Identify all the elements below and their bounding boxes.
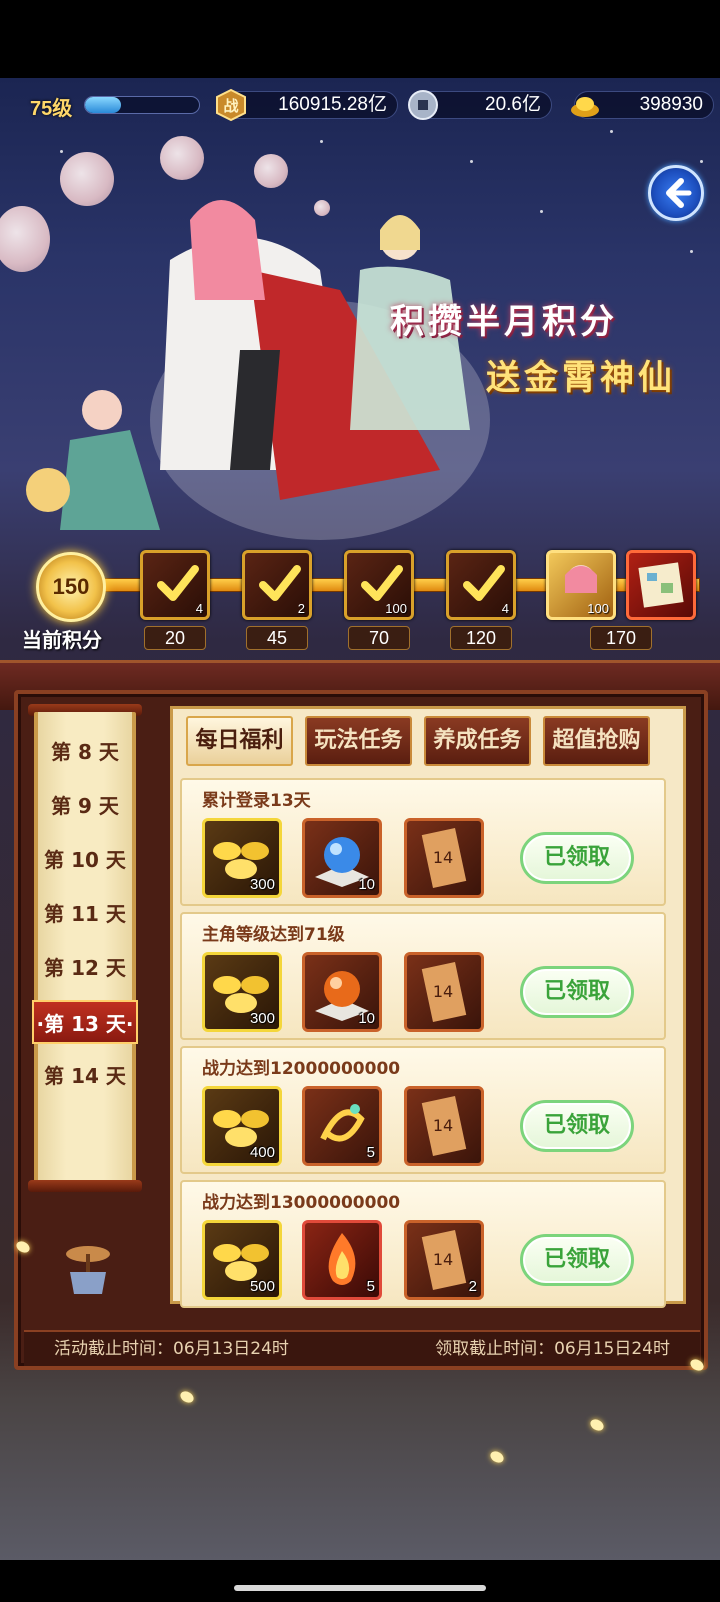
home-indicator[interactable]: [234, 1585, 486, 1591]
reward-item[interactable]: 14: [404, 818, 484, 898]
milestone-points-1: 20: [144, 626, 206, 650]
scroll-bottom-cap: [28, 1180, 142, 1192]
reward-item[interactable]: 14: [404, 1086, 484, 1166]
map-scroll-icon: [638, 562, 684, 608]
claimed-button[interactable]: 已领取: [520, 966, 634, 1018]
task-row: 主角等级达到71级 300 10 14 已领取: [180, 912, 666, 1040]
svg-text:14: 14: [433, 1116, 453, 1135]
milestone-reward-3[interactable]: 100: [344, 550, 414, 620]
task-title: 累计登录13天: [202, 791, 311, 811]
ticket-14-icon: 14: [421, 828, 467, 888]
reward-item[interactable]: 14 2: [404, 1220, 484, 1300]
milestone-points-2: 45: [246, 626, 308, 650]
reward-item[interactable]: 400: [202, 1086, 282, 1166]
ticket-14-icon: 14: [421, 1096, 467, 1156]
day-item-11[interactable]: 第 11 天: [38, 892, 132, 936]
svg-text:战: 战: [223, 97, 238, 115]
coin-icon: [408, 90, 438, 120]
reward-item[interactable]: 500: [202, 1220, 282, 1300]
milestone-reward-4[interactable]: 4: [446, 550, 516, 620]
banner-slogan-line2: 送金霄神仙: [486, 358, 676, 398]
combat-power-counter[interactable]: 160915.28亿: [222, 91, 398, 119]
milestone-qty: 100: [587, 601, 609, 616]
reward-item[interactable]: 5: [302, 1220, 382, 1300]
day-item-13[interactable]: ·第 13 天·: [32, 1000, 138, 1044]
task-title: 战力达到12000000000: [202, 1059, 401, 1079]
svg-text:14: 14: [433, 1250, 453, 1269]
milestone-points-6: 170: [590, 626, 652, 650]
day-item-12[interactable]: 第 12 天: [38, 946, 132, 990]
reward-item[interactable]: 300: [202, 818, 282, 898]
reward-item[interactable]: 5: [302, 1086, 382, 1166]
gold-ingot-icon: [571, 97, 599, 117]
player-level: 75级: [30, 98, 73, 120]
claimed-button[interactable]: 已领取: [520, 1100, 634, 1152]
claim-deadline: 领取截止时间：06月15日24时: [435, 1339, 670, 1359]
tab-gameplay-tasks[interactable]: 玩法任务: [305, 716, 412, 766]
bonsai-pot-icon: [66, 1246, 110, 1294]
milestone-reward-6[interactable]: [626, 550, 696, 620]
reward-item[interactable]: 10: [302, 818, 382, 898]
day-item-9[interactable]: 第 9 天: [38, 784, 132, 828]
reward-item[interactable]: 14: [404, 952, 484, 1032]
current-score-label: 当前积分: [22, 628, 102, 652]
tab-growth-tasks[interactable]: 养成任务: [424, 716, 531, 766]
current-score-badge: 150: [36, 552, 106, 622]
game-screen: 75级 160915.28亿 战 20.6亿 398930 积攒半月积分 送金霄…: [0, 0, 720, 1602]
task-row: 累计登录13天 300 10 14 已领取: [180, 778, 666, 906]
milestone-reward-1[interactable]: 4: [140, 550, 210, 620]
xp-bar: [84, 96, 200, 114]
top-status-bar: 75级 160915.28亿 战 20.6亿 398930: [0, 88, 720, 124]
claimed-button[interactable]: 已领取: [520, 832, 634, 884]
petal-decoration: [178, 1389, 196, 1405]
banner-slogan-line1: 积攒半月积分: [390, 302, 618, 342]
milestone-qty: 2: [297, 601, 305, 616]
deadline-bar: 活动截止时间：06月13日24时 领取截止时间：06月15日24时: [24, 1330, 700, 1366]
tab-value-deals[interactable]: 超值抢购: [543, 716, 650, 766]
ticket-14-icon: 14: [421, 962, 467, 1022]
milestone-points-4: 120: [450, 626, 512, 650]
milestone-points-3: 70: [348, 626, 410, 650]
battle-power-icon: 战: [216, 88, 246, 122]
milestone-reward-2[interactable]: 2: [242, 550, 312, 620]
hero-character-art: [26, 200, 490, 540]
xp-fill: [85, 97, 122, 113]
task-title: 主角等级达到71级: [202, 925, 345, 945]
task-row: 战力达到13000000000 500 5 14 2 已领取: [180, 1180, 666, 1308]
milestone-qty: 4: [195, 601, 203, 616]
day-list: 第 8 天 第 9 天 第 10 天 第 11 天 第 12 天 ·第 13 天…: [32, 712, 138, 1184]
petal-decoration: [488, 1449, 506, 1465]
activity-deadline: 活动截止时间：06月13日24时: [54, 1339, 289, 1359]
milestone-reward-5[interactable]: 100: [546, 550, 616, 620]
day-item-10[interactable]: 第 10 天: [38, 838, 132, 882]
reward-item[interactable]: 300: [202, 952, 282, 1032]
milestone-qty: 100: [385, 601, 407, 616]
day-item-14[interactable]: 第 14 天: [38, 1054, 132, 1098]
petal-decoration: [588, 1417, 606, 1433]
back-button[interactable]: [648, 165, 704, 221]
back-arrow-icon: [666, 178, 692, 208]
day-item-8[interactable]: 第 8 天: [38, 730, 132, 774]
task-row: 战力达到12000000000 400 5 14 已领取: [180, 1046, 666, 1174]
tab-daily-welfare[interactable]: 每日福利: [186, 716, 293, 766]
task-title: 战力达到13000000000: [202, 1193, 401, 1213]
svg-text:14: 14: [433, 982, 453, 1001]
svg-text:14: 14: [433, 848, 453, 867]
milestone-qty: 4: [501, 601, 509, 616]
claimed-button[interactable]: 已领取: [520, 1234, 634, 1286]
reward-item[interactable]: 10: [302, 952, 382, 1032]
